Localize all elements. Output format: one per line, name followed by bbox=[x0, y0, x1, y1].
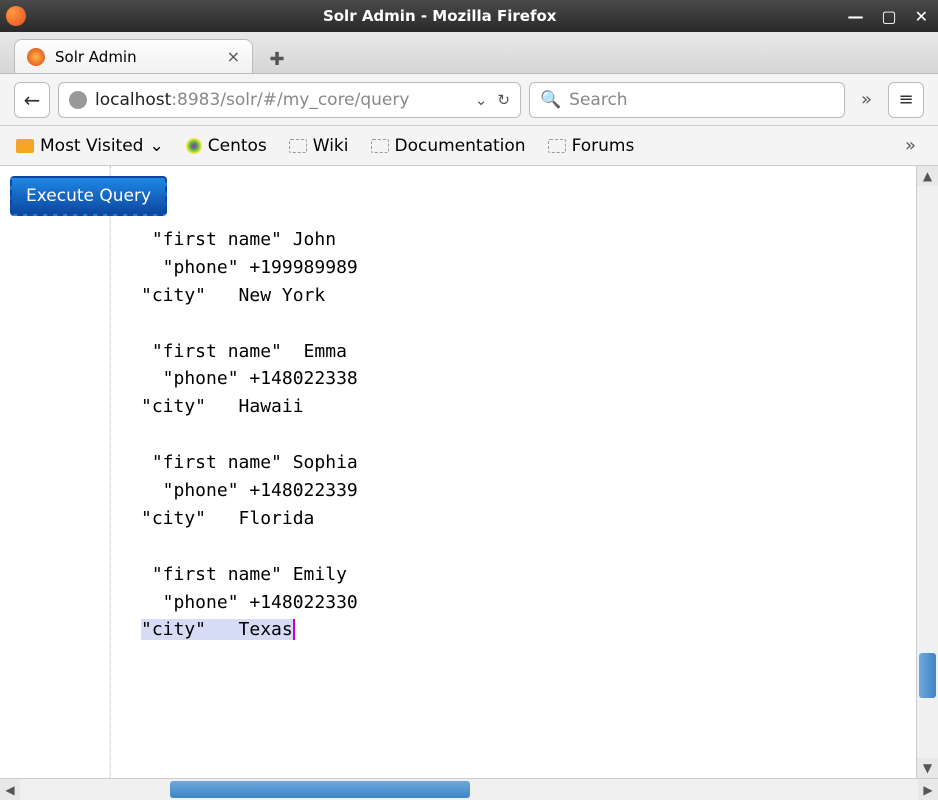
close-window-button[interactable]: ✕ bbox=[911, 7, 932, 26]
folder-icon bbox=[16, 139, 34, 153]
bookmark-label: Centos bbox=[208, 136, 267, 156]
dropdown-icon[interactable]: ⌄ bbox=[475, 91, 488, 109]
search-icon: 🔍 bbox=[540, 90, 561, 110]
back-button[interactable]: ← bbox=[14, 82, 50, 118]
bookmark-label: Wiki bbox=[313, 136, 349, 156]
overflow-bookmarks-button[interactable]: » bbox=[897, 135, 924, 156]
navbar: ← localhost:8983/solr/#/my_core/query ⌄ … bbox=[0, 74, 938, 126]
bookmark-forums[interactable]: Forums bbox=[546, 132, 637, 160]
overflow-nav-button[interactable]: » bbox=[853, 89, 880, 110]
result-output[interactable]: "first name" John "phone" +199989989 "ci… bbox=[110, 166, 916, 778]
solr-icon bbox=[27, 48, 45, 66]
vscroll-track[interactable] bbox=[917, 186, 938, 758]
scroll-right-icon[interactable]: ▶ bbox=[918, 779, 938, 800]
execute-query-button[interactable]: Execute Query bbox=[10, 176, 167, 216]
window-titlebar: Solr Admin - Mozilla Firefox — ▢ ✕ bbox=[0, 0, 938, 32]
url-host: localhost bbox=[95, 90, 171, 110]
scroll-up-icon[interactable]: ▲ bbox=[917, 166, 938, 186]
browser-tab[interactable]: Solr Admin × bbox=[14, 39, 253, 73]
globe-icon bbox=[69, 91, 87, 109]
bookmark-documentation[interactable]: Documentation bbox=[369, 132, 528, 160]
url-path: :8983/solr/#/my_core/query bbox=[171, 90, 409, 110]
horizontal-scrollbar[interactable]: ◀ ▶ bbox=[0, 778, 938, 800]
query-panel: Execute Query bbox=[0, 166, 110, 778]
reload-icon[interactable]: ↻ bbox=[497, 91, 510, 109]
new-tab-button[interactable]: ✚ bbox=[263, 45, 291, 73]
vscroll-thumb[interactable] bbox=[919, 653, 936, 698]
bookmark-label: Documentation bbox=[395, 136, 526, 156]
menu-button[interactable]: ≡ bbox=[888, 82, 924, 118]
vertical-scrollbar[interactable]: ▲ ▼ bbox=[916, 166, 938, 778]
url-bar[interactable]: localhost:8983/solr/#/my_core/query ⌄ ↻ bbox=[58, 82, 521, 118]
bookmark-centos[interactable]: Centos bbox=[184, 132, 269, 160]
centos-icon bbox=[186, 138, 202, 154]
hscroll-track[interactable] bbox=[20, 779, 918, 800]
bookmark-wiki[interactable]: Wiki bbox=[287, 132, 351, 160]
close-tab-icon[interactable]: × bbox=[227, 47, 240, 66]
bookmark-label: Most Visited bbox=[40, 136, 143, 156]
bookmark-label: Forums bbox=[572, 136, 635, 156]
page-icon bbox=[289, 139, 307, 153]
url-text: localhost:8983/solr/#/my_core/query bbox=[95, 90, 467, 110]
firefox-icon bbox=[6, 6, 26, 26]
search-bar[interactable]: 🔍 Search bbox=[529, 82, 845, 118]
scroll-left-icon[interactable]: ◀ bbox=[0, 779, 20, 800]
scroll-down-icon[interactable]: ▼ bbox=[917, 758, 938, 778]
hscroll-thumb[interactable] bbox=[170, 781, 470, 798]
bookmark-most-visited[interactable]: Most Visited ⌄ bbox=[14, 132, 166, 160]
bookmark-bar: Most Visited ⌄ Centos Wiki Documentation… bbox=[0, 126, 938, 166]
tabbar: Solr Admin × ✚ bbox=[0, 32, 938, 74]
maximize-button[interactable]: ▢ bbox=[877, 7, 900, 26]
search-placeholder: Search bbox=[569, 90, 627, 110]
minimize-button[interactable]: — bbox=[843, 7, 867, 26]
page-content: Execute Query "first name" John "phone" … bbox=[0, 166, 938, 778]
page-icon bbox=[548, 139, 566, 153]
page-icon bbox=[371, 139, 389, 153]
window-title: Solr Admin - Mozilla Firefox bbox=[36, 7, 843, 25]
tab-label: Solr Admin bbox=[55, 48, 137, 66]
chevron-down-icon: ⌄ bbox=[149, 136, 163, 156]
